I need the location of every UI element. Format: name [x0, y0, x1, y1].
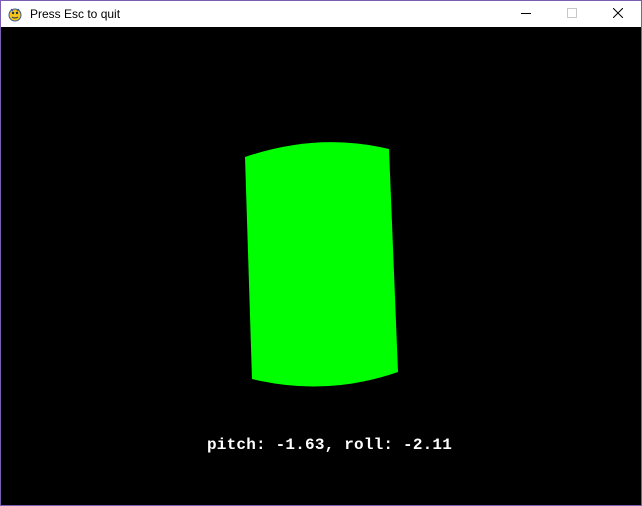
pygame-snake-icon [7, 6, 23, 22]
title-bar[interactable]: Press Esc to quit [1, 1, 641, 27]
pitch-roll-readout: pitch: -1.63, roll: -2.11 [207, 436, 453, 454]
minimize-icon [521, 5, 531, 23]
maximize-button[interactable] [549, 1, 595, 27]
window-controls [503, 1, 641, 27]
scene-canvas [245, 142, 398, 387]
render-viewport[interactable]: pitch: -1.63, roll: -2.11 [1, 27, 641, 505]
app-window: Press Esc to quit pitch: -1.63, roll: -2… [0, 0, 642, 506]
window-title: Press Esc to quit [30, 7, 121, 21]
cylinder-shape [245, 142, 398, 387]
maximize-icon [567, 5, 577, 23]
close-icon [612, 5, 624, 23]
close-button[interactable] [595, 1, 641, 27]
minimize-button[interactable] [503, 1, 549, 27]
